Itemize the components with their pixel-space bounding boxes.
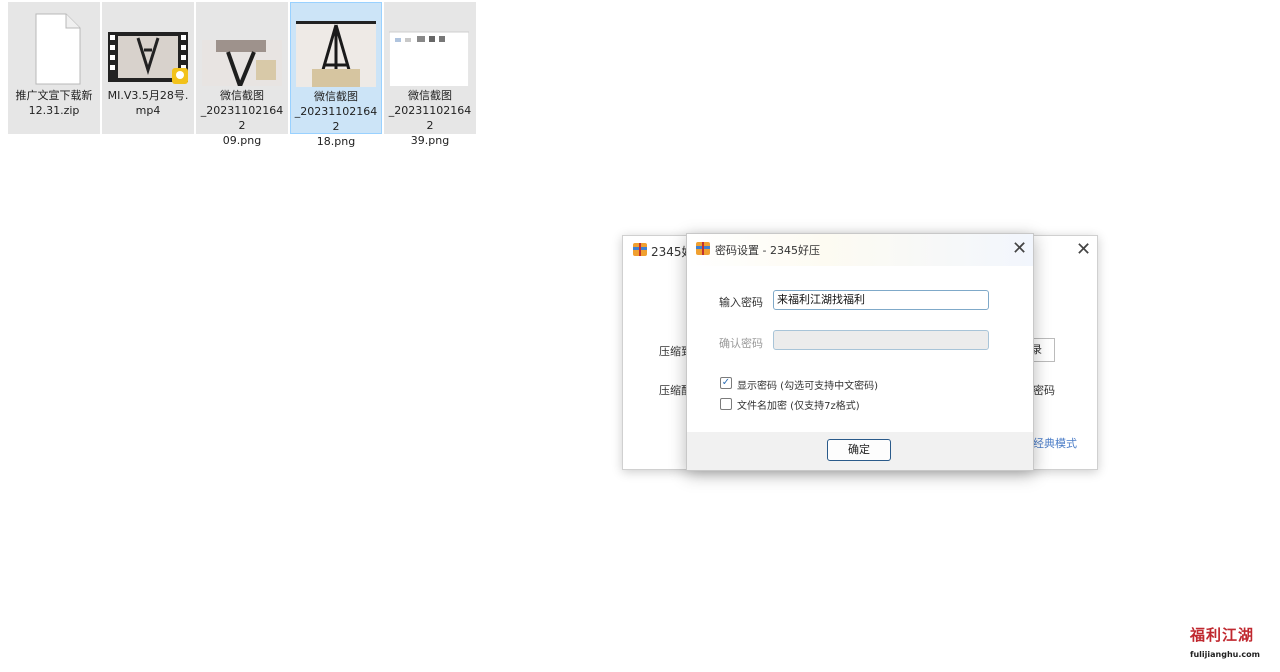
browse-button[interactable]: 录 [1031,338,1055,362]
file-name: 微信截图 _202311021642 09.png [200,89,284,147]
file-name: 微信截图 _202311021642 18.png [294,90,378,148]
confirm-password-input[interactable] [773,330,989,350]
watermark-logo: 福利江湖 fulijianghu.com [1190,624,1276,668]
file-name: MI.V3.5月28号. mp4 [107,89,189,117]
classic-mode-link[interactable]: 经典模式 [1033,435,1077,451]
file-name: 推广文宣下载新 12.31.zip [15,89,93,117]
ok-button[interactable]: 确定 [827,439,891,461]
password-dialog: 密码设置 - 2345好压 ✕ 输入密码 来福利江湖找福利 确认密码 ✓ 显示密… [686,233,1034,471]
haozip-app-icon [633,243,647,256]
file-item-image-39[interactable]: 微信截图 _202311021642 39.png [384,2,476,147]
password-label: 输入密码 [719,296,763,309]
file-name: 微信截图 _202311021642 39.png [388,89,472,147]
file-item-zip[interactable]: 推广文宣下载新 12.31.zip [8,2,100,134]
set-password-link[interactable]: 密码 [1033,382,1055,398]
dialog-title: 密码设置 - 2345好压 [715,244,820,257]
dialog-title-bar: 密码设置 - 2345好压 ✕ [687,234,1033,266]
file-item-image-18[interactable]: 微信截图 _202311021642 18.png [290,2,382,148]
encrypt-filename-label: 文件名加密 (仅支持7z格式) [737,401,860,412]
password-input[interactable]: 来福利江湖找福利 [773,290,989,310]
watermark-domain: fulijianghu.com [1190,650,1260,659]
close-icon[interactable]: ✕ [1012,240,1027,258]
image-thumbnail [389,31,469,86]
video-file-icon [108,32,188,84]
watermark-brand: 福利江湖 [1190,626,1255,644]
show-password-checkbox[interactable]: ✓ [720,377,732,389]
encrypt-filename-checkbox[interactable] [720,398,732,410]
close-icon[interactable]: ✕ [1076,241,1091,259]
show-password-label: 显示密码 (勾选可支持中文密码) [737,381,878,392]
haozip-app-icon [696,242,710,255]
file-item-video[interactable]: MI.V3.5月28号. mp4 [102,2,194,134]
confirm-password-label: 确认密码 [719,337,763,350]
image-thumbnail [202,40,282,86]
file-item-image-09[interactable]: 微信截图 _202311021642 09.png [196,2,288,147]
zip-file-icon [35,13,81,85]
image-thumbnail [296,21,376,87]
dialog-footer: 确定 [687,432,1033,470]
